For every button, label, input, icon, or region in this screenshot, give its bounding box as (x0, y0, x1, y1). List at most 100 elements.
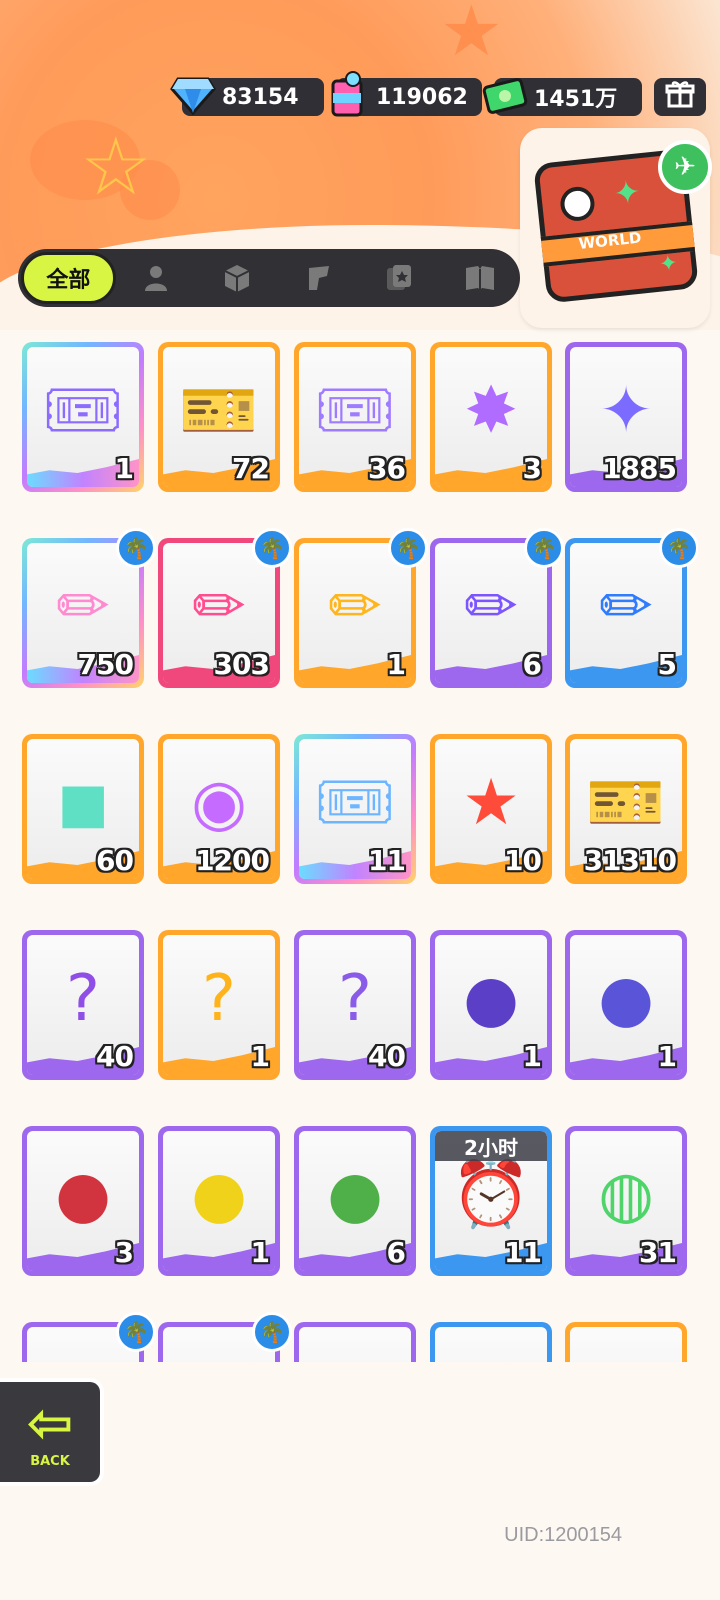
item-count: 3 (114, 1236, 135, 1269)
item-card-background: ● 1 (163, 1131, 275, 1271)
inventory-item[interactable]: 🎟 36 (294, 342, 416, 492)
inventory-item[interactable]: ✸ 3 (430, 342, 552, 492)
item-count: 31310 (583, 844, 677, 877)
purple-star-icon: ✦ (599, 374, 653, 449)
inventory-item[interactable]: ★ 10 (430, 734, 552, 884)
inventory-item[interactable]: ◼ 60 (22, 734, 144, 884)
inventory-item[interactable]: ✦ 1885 (565, 342, 687, 492)
item-count: 1 (250, 1236, 271, 1269)
inventory-item[interactable]: ☁🌴 (22, 1312, 156, 1362)
airplane-icon: ✈ (658, 140, 712, 194)
item-count: 31 (639, 1236, 677, 1269)
item-count: 1 (114, 452, 135, 485)
item-card-background: ⏰ 2小时 11 (435, 1131, 547, 1271)
blue-crayon-icon: ✏ (599, 570, 653, 645)
tab-all[interactable]: 全部 (21, 252, 116, 304)
tab-spray-gun[interactable] (277, 249, 358, 307)
inventory-item[interactable]: ◉ 1200 (158, 734, 280, 884)
item-card-background: ◉ 1200 (163, 739, 275, 879)
white-item-icon: ◇ (446, 1346, 536, 1362)
inventory-item[interactable]: ● 1 (158, 1126, 280, 1276)
tab-box[interactable] (197, 249, 278, 307)
item-count: 11 (368, 844, 406, 877)
cash-icon (480, 70, 530, 120)
blue-cloud-item-icon: ☁ (310, 1346, 400, 1362)
back-label: BACK (30, 1453, 70, 1469)
palm-tree-badge-icon: 🌴 (388, 528, 428, 568)
inventory-item[interactable]: 🎫 31310 (565, 734, 687, 884)
inventory-item[interactable]: ✏ 303 🌴 (158, 528, 292, 688)
inventory-item[interactable]: ? 1 (158, 930, 280, 1080)
item-card-background: ◍ 31 (570, 1131, 682, 1271)
inventory-item[interactable]: ✏ 5 🌴 (565, 528, 698, 688)
deity-gold-mystery-icon: ? (202, 962, 236, 1037)
item-card-background: ◆ (570, 1327, 682, 1362)
item-card-background: ✦ 1885 (570, 347, 682, 487)
inventory-item[interactable]: ✏ 750 🌴 (22, 528, 156, 688)
item-card-background: ? 40 (27, 935, 139, 1075)
item-card-background: ✏ 303 (163, 543, 275, 683)
cash-counter[interactable]: 1451万 (482, 78, 642, 116)
item-count: 10 (504, 844, 542, 877)
palm-tree-badge-icon: 🌴 (116, 1312, 156, 1352)
cloud-item-icon: ☁ (38, 1346, 128, 1362)
palm-tree-badge-icon: 🌴 (252, 1312, 292, 1352)
palm-tree-badge-icon: 🌴 (524, 528, 564, 568)
item-card-background: ● 6 (299, 1131, 411, 1271)
tab-cards[interactable] (358, 249, 439, 307)
rainbow-item-icon: ◠ (174, 1346, 264, 1362)
gift-box-button[interactable] (654, 78, 706, 116)
tab-all-label: 全部 (46, 268, 91, 293)
diamond-icon (168, 70, 218, 120)
item-count: 1 (657, 1040, 678, 1073)
inventory-item[interactable]: ◍ 31 (565, 1126, 687, 1276)
item-count: 1 (386, 648, 407, 681)
item-card-background: ✏ 5 (570, 543, 682, 683)
inventory-item[interactable]: ? 40 (22, 930, 144, 1080)
item-card-background: ◼ 60 (27, 739, 139, 879)
gold-ticket-icon: 🎫 (179, 374, 259, 449)
plant-orb-icon: ● (327, 1158, 383, 1233)
inventory-item[interactable]: ✏ 6 🌴 (430, 528, 564, 688)
item-count: 6 (522, 648, 543, 681)
item-count: 1885 (602, 452, 677, 485)
item-card-background: ? 40 (299, 935, 411, 1075)
inventory-item[interactable]: ✏ 1 🌴 (294, 528, 428, 688)
inventory-item[interactable]: 🎟 11 (294, 734, 416, 884)
item-card-background: ✏ 1 (299, 543, 411, 683)
item-count: 1200 (195, 844, 270, 877)
tab-character[interactable] (116, 249, 197, 307)
inventory-item[interactable]: ☁ (294, 1322, 416, 1362)
palm-tree-badge-icon: 🌴 (252, 528, 292, 568)
inventory-item[interactable]: ● 6 (294, 1126, 416, 1276)
inventory-item[interactable]: ● 1 (565, 930, 687, 1080)
inventory-item[interactable]: ◇ (430, 1322, 552, 1362)
item-card-background: ✸ 3 (435, 347, 547, 487)
item-count: 5 (657, 648, 678, 681)
gem-counter[interactable]: 83154 (170, 77, 324, 116)
back-button[interactable]: ⇦ BACK (0, 1378, 104, 1486)
item-count: 40 (96, 1040, 134, 1073)
inventory-item[interactable]: 🎟 1 (22, 342, 144, 492)
world-travel-card[interactable]: ✦ WORLD ✦ ✈ (520, 128, 712, 328)
mystery-egg-icon: ? (66, 962, 100, 1037)
item-count: 1 (250, 1040, 271, 1073)
item-count: 303 (213, 648, 270, 681)
purple-crayon-icon: ✏ (464, 570, 518, 645)
lottery-ticket-icon: 🎟 (314, 766, 396, 841)
season-ticket-icon: 🎫 (586, 766, 666, 841)
palm-tree-badge-icon: 🌴 (659, 528, 698, 568)
inventory-item[interactable]: ? 40 (294, 930, 416, 1080)
tab-book[interactable] (439, 249, 520, 307)
inventory-item[interactable]: ◠🌴 (158, 1312, 292, 1362)
rainbow-star-icon: ✸ (464, 374, 518, 449)
yellow-item-icon: ◆ (581, 1346, 671, 1362)
inventory-item[interactable]: ◆ (565, 1322, 687, 1362)
paint-counter[interactable]: 119062 (331, 71, 482, 117)
inventory-item[interactable]: ● 3 (22, 1126, 144, 1276)
inventory-item[interactable]: 🎫 72 (158, 342, 280, 492)
paint-can-icon (322, 70, 372, 120)
item-card-background: 🎟 36 (299, 347, 411, 487)
inventory-item[interactable]: ⏰ 2小时 11 (430, 1126, 552, 1276)
inventory-item[interactable]: ● 1 (430, 930, 552, 1080)
